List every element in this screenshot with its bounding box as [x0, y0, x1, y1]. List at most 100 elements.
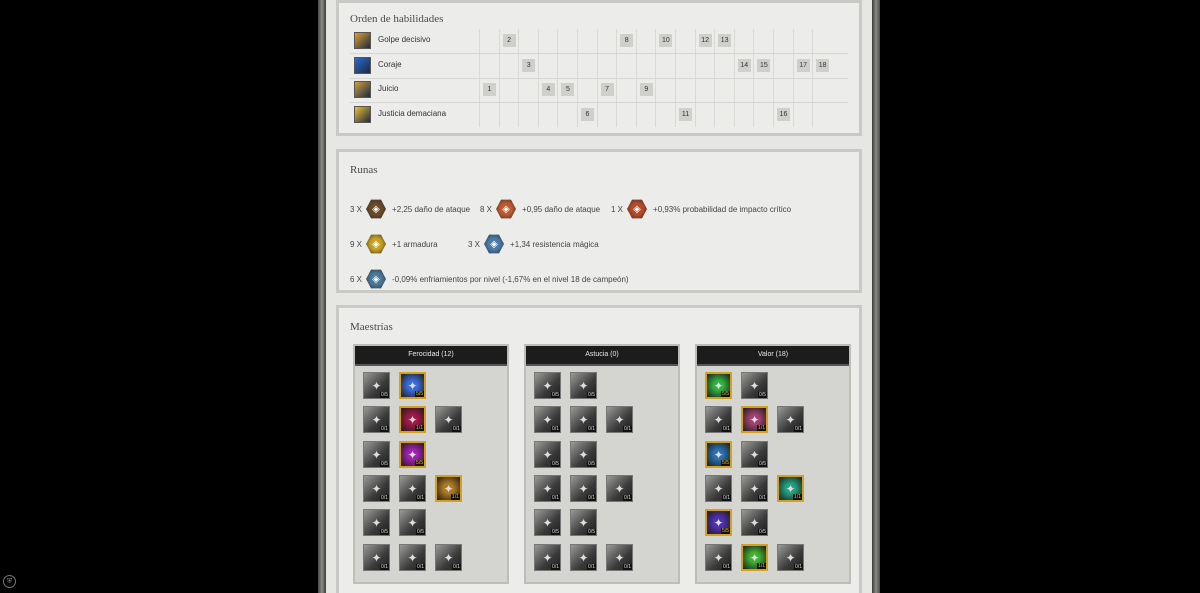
golpe-decisivo-icon[interactable] [354, 32, 371, 49]
skill-level-cell [792, 102, 812, 127]
mastery-icon[interactable]: ✦ 0/5 [570, 372, 597, 399]
skill-level-cell [694, 78, 714, 102]
skill-name: Justicia demaciana [378, 108, 447, 118]
mastery-icon[interactable]: ✦ 0/1 [777, 544, 804, 571]
rune-text: +1 armadura [392, 239, 438, 249]
rune-count: 9 X [350, 239, 363, 249]
skill-level-cell [635, 102, 655, 127]
mastery-rank: 0/5 [551, 529, 560, 535]
skill-level-cell [714, 53, 733, 78]
mastery-icon[interactable]: ✦ 0/5 [399, 509, 426, 536]
skill-level-number: 14 [737, 58, 751, 72]
mastery-icon[interactable]: ✦ 0/1 [606, 406, 633, 433]
skill-level-cell [518, 102, 537, 127]
juicio-icon[interactable] [354, 81, 371, 98]
seal-armor-icon[interactable]: ◈ [366, 234, 387, 254]
skill-level-number: 1 [483, 83, 496, 96]
mastery-rank: 0/1 [587, 426, 596, 432]
mastery-rank: 5/5 [721, 528, 730, 534]
mastery-icon[interactable]: ✦ 0/5 [363, 441, 390, 468]
justicia-demaciana-icon[interactable] [354, 105, 371, 123]
mastery-icon[interactable]: ✦ 0/1 [606, 475, 633, 502]
mastery-icon[interactable]: ✦ 0/1 [705, 406, 732, 433]
mastery-rank: 0/1 [587, 564, 596, 570]
skill-level-cell: 10 [655, 29, 674, 53]
mastery-icon[interactable]: ✦ 0/1 [435, 406, 462, 433]
mastery-icon[interactable]: ✦ 0/1 [399, 475, 426, 502]
skill-level-cell [733, 29, 753, 53]
rune-count: 1 X [611, 204, 624, 214]
mastery-rank: 1/1 [451, 494, 460, 500]
mastery-icon[interactable]: ✦ 5/5 [705, 372, 732, 399]
mastery-rank: 0/1 [551, 564, 560, 570]
mastery-icon[interactable]: ✦ 5/5 [705, 441, 732, 468]
mastery-icon[interactable]: ✦ 0/5 [534, 509, 561, 536]
skill-row: Coraje 3 14 15 17 18 [350, 53, 848, 79]
mastery-icon[interactable]: ✦ 0/1 [570, 544, 597, 571]
mastery-icon[interactable]: ✦ 0/1 [363, 544, 390, 571]
mastery-icon[interactable]: ✦ 0/5 [363, 372, 390, 399]
mastery-icon[interactable]: ✦ 0/1 [534, 406, 561, 433]
skill-level-cell [577, 53, 596, 78]
mastery-icon[interactable]: ✦ 0/1 [399, 544, 426, 571]
mastery-icon[interactable]: ✦ 1/1 [741, 406, 768, 433]
mastery-icon[interactable]: ✦ 0/1 [435, 544, 462, 571]
skill-level-cell [714, 102, 733, 127]
page-frame-left [318, 0, 326, 593]
quint-attack-damage-icon[interactable]: ◈ [496, 199, 517, 219]
mastery-icon[interactable]: ✦ 0/1 [606, 544, 633, 571]
mastery-icon[interactable]: ✦ 1/1 [399, 406, 426, 433]
mastery-icon[interactable]: ✦ 0/1 [777, 406, 804, 433]
mastery-rank: 0/1 [758, 495, 767, 501]
mastery-rank: 0/1 [722, 495, 731, 501]
mastery-rank: 0/1 [623, 564, 632, 570]
mastery-icon[interactable]: ✦ 0/5 [741, 441, 768, 468]
mastery-icon[interactable]: ✦ 0/1 [705, 544, 732, 571]
mastery-icon[interactable]: ✦ 0/1 [741, 475, 768, 502]
skill-level-cell [675, 29, 694, 53]
mastery-icon[interactable]: ✦ 5/5 [705, 509, 732, 536]
mastery-icon[interactable]: ✦ 0/5 [570, 441, 597, 468]
mastery-icon[interactable]: ✦ 1/1 [741, 544, 768, 571]
mastery-icon[interactable]: ✦ 0/1 [570, 406, 597, 433]
skill-level-cell [557, 102, 576, 127]
mastery-icon[interactable]: ✦ 0/5 [741, 509, 768, 536]
mastery-rank: 0/5 [758, 392, 767, 398]
mastery-icon[interactable]: ✦ 5/5 [399, 372, 426, 399]
mastery-icon[interactable]: ✦ 0/1 [363, 406, 390, 433]
mastery-rank: 0/5 [380, 461, 389, 467]
skill-level-cell [577, 78, 596, 102]
glyph-magic-resist-icon[interactable]: ◈ [484, 234, 505, 254]
mastery-icon[interactable]: ✦ 0/5 [363, 509, 390, 536]
mastery-rank: 0/5 [380, 529, 389, 535]
mastery-icon[interactable]: ✦ 1/1 [777, 475, 804, 502]
skill-level-cell [792, 29, 812, 53]
mastery-icon[interactable]: ✦ 5/5 [399, 441, 426, 468]
mastery-icon[interactable]: ✦ 0/1 [570, 475, 597, 502]
skill-level-number: 8 [620, 34, 634, 47]
mastery-rank: 0/5 [758, 461, 767, 467]
mastery-icon[interactable]: ✦ 1/1 [435, 475, 462, 502]
mastery-rank: 5/5 [721, 460, 730, 466]
mastery-icon[interactable]: ✦ 0/5 [534, 441, 561, 468]
coraje-icon[interactable] [354, 56, 371, 74]
mastery-tree-header: Astucia (0) [526, 346, 678, 366]
mastery-icon[interactable]: ✦ 0/1 [705, 475, 732, 502]
rune-text: +0,95 daño de ataque [522, 204, 601, 214]
mastery-icon[interactable]: ✦ 0/5 [570, 509, 597, 536]
mastery-icon[interactable]: ✦ 0/1 [534, 544, 561, 571]
skill-level-cell [812, 102, 831, 127]
skill-level-cell [537, 102, 557, 127]
skill-level-cell [655, 102, 674, 127]
rune-text: +2,25 daño de ataque [392, 204, 471, 214]
skill-level-cell [498, 102, 518, 127]
mastery-icon[interactable]: ✦ 0/1 [534, 475, 561, 502]
mastery-icon[interactable]: ✦ 0/5 [741, 372, 768, 399]
mark-attack-damage-icon[interactable]: ◈ [366, 199, 387, 219]
quint-crit-chance-icon[interactable]: ◈ [627, 199, 648, 219]
glyph-cooldown-icon[interactable]: ◈ [366, 269, 387, 289]
skill-level-cell: 8 [616, 29, 635, 53]
mastery-icon[interactable]: ✦ 0/5 [534, 372, 561, 399]
mastery-icon[interactable]: ✦ 0/1 [363, 475, 390, 502]
shield-icon[interactable]: ⛨ [3, 575, 16, 588]
